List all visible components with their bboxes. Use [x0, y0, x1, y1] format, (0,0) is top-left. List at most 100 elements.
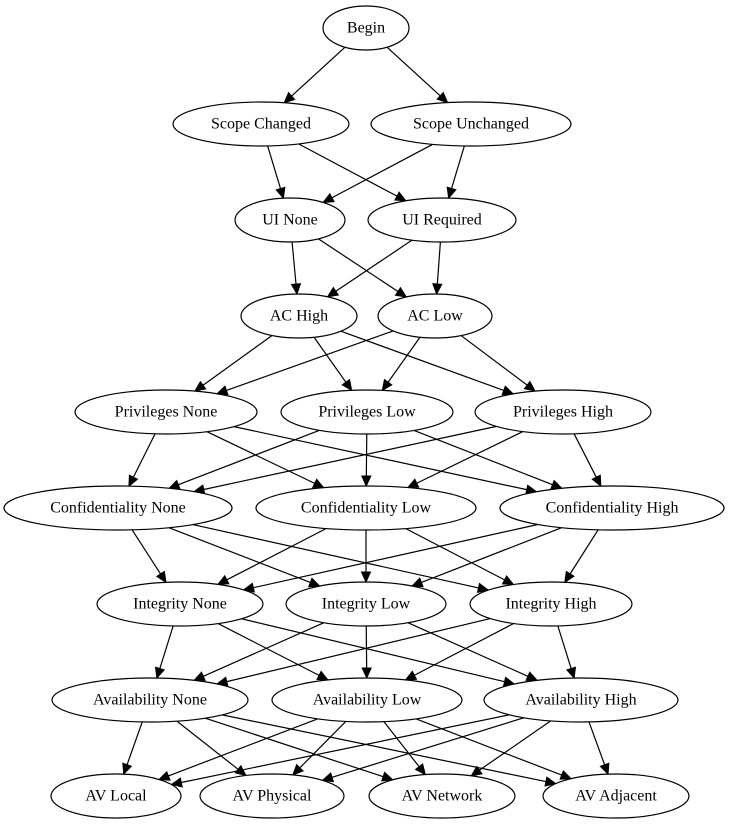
node-int-none: Integrity None [96, 581, 264, 627]
node-label: Availability Low [313, 692, 422, 709]
node-av-physical: AV Physical [199, 773, 345, 819]
node-conf-low: Confidentiality Low [255, 485, 477, 531]
edge-line [416, 431, 524, 484]
edge-line [386, 46, 441, 97]
node-label: AC Low [407, 308, 463, 325]
node-label: AC High [270, 308, 328, 325]
arrowhead-icon [414, 763, 427, 776]
arrowhead-icon [193, 671, 206, 681]
edge-line [253, 523, 538, 589]
edge-avail-high-to-av-adjacent [588, 721, 610, 776]
arrowhead-icon [599, 762, 610, 776]
edge-conf-low-to-int-low [360, 530, 372, 584]
edge-ui-required-to-ac-low [432, 241, 443, 296]
edge-begin-to-scope-changed [283, 46, 346, 104]
edge-line [241, 618, 505, 683]
arrowhead-icon [322, 192, 335, 204]
edge-line [313, 336, 347, 383]
node-avail-low: Availability Low [271, 677, 463, 723]
node-label: UI None [262, 212, 318, 229]
node-label: Scope Changed [211, 116, 311, 133]
node-int-low: Integrity Low [285, 581, 447, 627]
arrowhead-icon [501, 574, 515, 586]
node-label: Availability High [525, 692, 636, 709]
node-avail-none: Availability None [51, 677, 249, 723]
edge-line [299, 721, 347, 769]
node-avail-high: Availability High [483, 677, 679, 723]
edge-line [291, 46, 346, 97]
edge-line [331, 717, 524, 778]
edge-int-low-to-avail-none [193, 622, 325, 681]
edge-ac-low-to-priv-high [460, 335, 537, 392]
edge-priv-low-to-conf-low [361, 433, 372, 488]
arrowhead-icon [361, 475, 372, 488]
node-label: Confidentiality Low [301, 500, 432, 517]
edge-line [414, 622, 514, 676]
edge-line [226, 527, 327, 581]
node-scope-unchanged: Scope Unchanged [370, 101, 572, 147]
node-conf-high: Confidentiality High [499, 485, 725, 531]
edge-line [205, 717, 384, 778]
node-av-adjacent: AV Adjacent [542, 773, 690, 819]
node-priv-low: Privileges Low [280, 389, 454, 435]
node-priv-none: Privileges None [74, 389, 258, 435]
edge-line [413, 429, 553, 486]
edge-conf-high-to-int-high [564, 529, 599, 584]
arrowhead-icon [406, 478, 420, 489]
edge-ui-none-to-ac-high [290, 241, 302, 296]
node-ui-required: UI Required [367, 197, 517, 243]
edge-scope-changed-to-ui-none [267, 145, 286, 200]
edge-line [421, 527, 562, 583]
edge-conf-none-to-int-none [131, 529, 167, 584]
edge-conf-high-to-int-low [410, 527, 562, 588]
arrowhead-icon [432, 283, 443, 296]
arrowhead-icon [128, 474, 139, 488]
edge-line [226, 617, 491, 683]
node-priv-high: Privileges High [474, 389, 652, 435]
edge-line [233, 426, 527, 491]
node-label: Scope Unchanged [413, 116, 529, 133]
node-label: Privileges Low [318, 404, 416, 421]
nodes-group: Begin Scope Changed Scope Unchanged UI None… [3, 5, 725, 819]
edge-line [226, 330, 394, 391]
arrowhead-icon [290, 283, 302, 296]
node-av-network: AV Network [368, 773, 516, 819]
edge-line [267, 145, 282, 189]
arrowhead-icon [326, 286, 340, 298]
arrowhead-icon [216, 574, 230, 585]
edge-line [192, 524, 479, 589]
node-av-local: AV Local [50, 773, 182, 819]
arrowhead-icon [154, 666, 166, 680]
arrowhead-icon [157, 770, 171, 781]
edge-line [126, 721, 143, 765]
arrowhead-icon [394, 286, 408, 298]
node-label: UI Required [402, 212, 482, 229]
arrowhead-icon [361, 667, 372, 680]
edge-priv-high-to-conf-none [192, 425, 497, 495]
edge-int-none-to-avail-none [154, 625, 174, 680]
edge-int-low-to-avail-low [361, 625, 372, 680]
edge-priv-none-to-conf-low [206, 431, 325, 489]
edge-line [131, 529, 162, 575]
arrowhead-icon [275, 186, 286, 200]
arrowhead-icon [523, 380, 537, 392]
edge-int-none-to-avail-low [217, 623, 330, 681]
arrowhead-icon [215, 385, 229, 396]
edge-line [176, 720, 239, 770]
edge-line [291, 241, 297, 285]
edge-line [340, 330, 504, 392]
node-label: Confidentiality None [50, 500, 186, 517]
node-ac-high: AC High [240, 293, 358, 339]
node-label: AV Adjacent [575, 788, 657, 805]
edge-scope-unchanged-to-ui-required [446, 145, 465, 200]
edge-avail-none-to-av-physical [176, 720, 247, 777]
edge-begin-to-scope-unchanged [386, 46, 449, 104]
edge-ui-none-to-ac-low [318, 238, 408, 298]
edge-avail-low-to-av-network [383, 721, 427, 776]
edge-line [573, 433, 597, 478]
edge-line [557, 625, 572, 669]
edge-ac-high-to-priv-low [313, 336, 353, 392]
node-begin: Begin [322, 5, 410, 51]
arrowhead-icon [565, 666, 577, 680]
edge-priv-none-to-conf-none [128, 433, 156, 488]
